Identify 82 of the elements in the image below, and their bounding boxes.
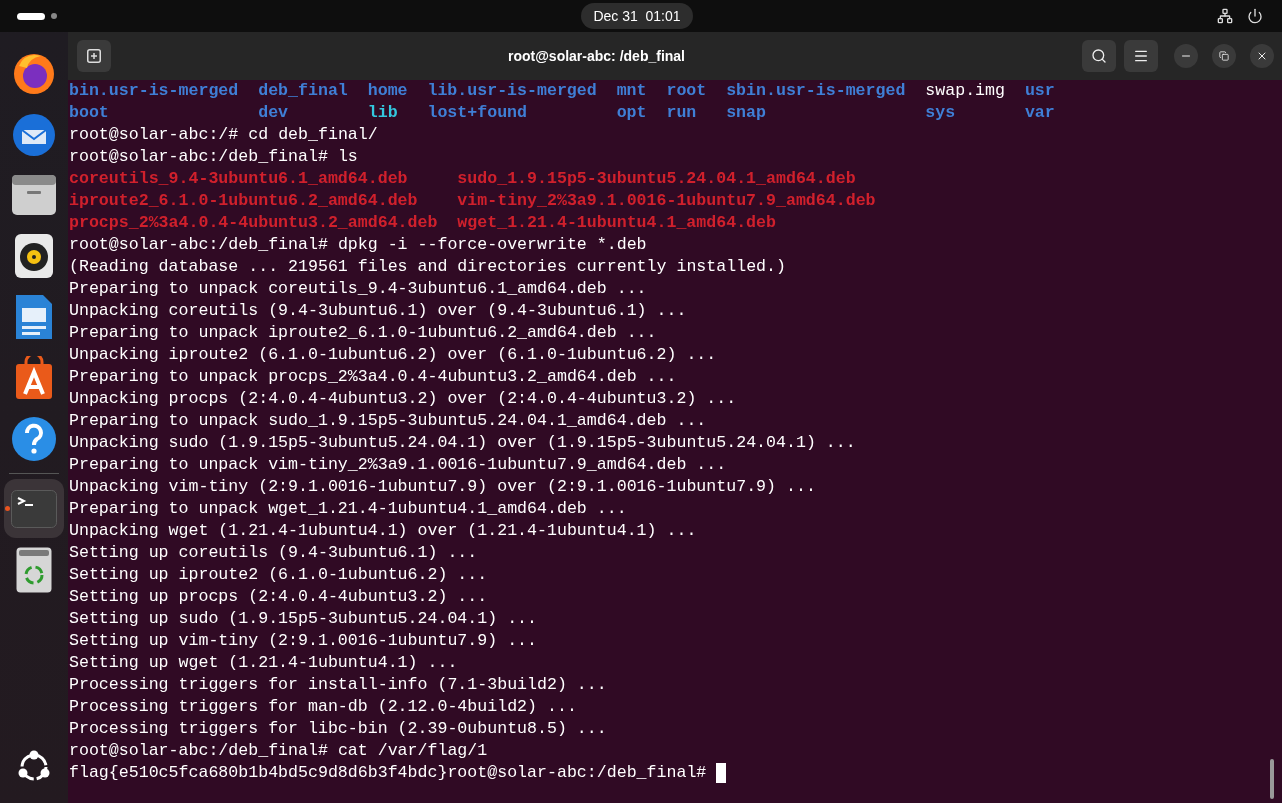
output-line: Unpacking iproute2 (6.1.0-1ubuntu6.2) over (6.1.0-1ubuntu6.2) ... bbox=[69, 343, 717, 366]
output-line: Setting up coreutils (9.4-3ubuntu6.1) ... bbox=[69, 541, 478, 564]
shell-prompt: root@solar-abc:/deb_final# bbox=[69, 739, 328, 762]
shell-command: cd deb_final/ bbox=[248, 123, 378, 146]
maximize-button[interactable] bbox=[1212, 44, 1236, 68]
file-name: lost+found bbox=[427, 102, 528, 122]
help-icon bbox=[11, 415, 57, 462]
close-icon bbox=[1256, 50, 1268, 62]
recycle-bin-icon bbox=[16, 546, 52, 593]
file-name: vim-tiny_2%3a9.1.0016-1ubuntu7.9_amd64.deb bbox=[457, 190, 876, 210]
file-name: dev bbox=[258, 102, 289, 122]
close-button[interactable] bbox=[1250, 44, 1274, 68]
network-icon[interactable] bbox=[1217, 8, 1233, 24]
shell-prompt: root@solar-abc:/deb_final# bbox=[447, 761, 707, 784]
output-line: Setting up vim-tiny (2:9.1.0016-1ubuntu7.9) ... bbox=[69, 629, 538, 652]
file-name: home bbox=[367, 80, 408, 100]
file-name: mnt bbox=[616, 80, 647, 100]
document-icon bbox=[15, 293, 53, 340]
menu-button[interactable] bbox=[1124, 40, 1158, 72]
file-name: lib.usr-is-merged bbox=[427, 80, 597, 100]
output-line: (Reading database ... 219561 files and directories currently installed.) bbox=[69, 255, 786, 278]
new-tab-icon bbox=[87, 49, 101, 63]
output-line: Preparing to unpack wget_1.21.4-1ubuntu4.1_amd64.deb ... bbox=[69, 497, 627, 520]
file-name: boot bbox=[69, 102, 109, 122]
speaker-icon bbox=[14, 232, 54, 279]
output-line: Unpacking vim-tiny (2:9.1.0016-1ubuntu7.9) over (2:9.1.0016-1ubuntu7.9) ... bbox=[69, 475, 816, 498]
window-title: root@solar-abc: /deb_final bbox=[508, 46, 685, 66]
search-icon bbox=[1091, 48, 1107, 64]
workspace-indicator[interactable] bbox=[17, 12, 45, 20]
shell-prompt: root@solar-abc:/deb_final# bbox=[69, 145, 328, 168]
terminal-icon bbox=[11, 489, 57, 528]
output-line: Setting up procps (2:4.0.4-4ubuntu3.2) ... bbox=[69, 585, 488, 608]
clock-button[interactable]: Dec 31 01:01 bbox=[581, 3, 693, 29]
output-line: Setting up sudo (1.9.15p5-3ubuntu5.24.04.1) ... bbox=[69, 607, 538, 630]
file-name: sys bbox=[925, 102, 956, 122]
file-name: swap.img bbox=[925, 80, 1005, 100]
shopping-bag-icon bbox=[15, 355, 53, 400]
minimize-button[interactable] bbox=[1174, 44, 1198, 68]
file-name: root bbox=[666, 80, 707, 100]
file-name: procps_2%3a4.0.4-4ubuntu3.2_amd64.deb bbox=[69, 212, 438, 232]
output-line: Preparing to unpack procps_2%3a4.0.4-4ubuntu3.2_amd64.deb ... bbox=[69, 365, 677, 388]
output-line: Setting up iproute2 (6.1.0-1ubuntu6.2) ... bbox=[69, 563, 488, 586]
output-line: Processing triggers for man-db (2.12.0-4build2) ... bbox=[69, 695, 577, 718]
shell-prompt: root@solar-abc:/# bbox=[69, 123, 239, 146]
file-name: wget_1.21.4-1ubuntu4.1_amd64.deb bbox=[457, 212, 776, 232]
output-line: Unpacking sudo (1.9.15p5-3ubuntu5.24.04.1) over (1.9.15p5-3ubuntu5.24.04.1) ... bbox=[69, 431, 856, 454]
file-name: iproute2_6.1.0-1ubuntu6.2_amd64.deb bbox=[69, 190, 418, 210]
search-button[interactable] bbox=[1082, 40, 1116, 72]
output-line: flag{e510c5fca680b1b4bd5c9d8d6b3f4bdc} bbox=[69, 761, 448, 784]
file-name: coreutils_9.4-3ubuntu6.1_amd64.deb bbox=[69, 168, 408, 188]
file-name: usr bbox=[1024, 80, 1055, 100]
terminal-area[interactable] bbox=[68, 80, 1282, 803]
output-line: Preparing to unpack coreutils_9.4-3ubuntu6.1_amd64.deb ... bbox=[69, 277, 647, 300]
output-line: Processing triggers for libc-bin (2.39-0ubuntu8.5) ... bbox=[69, 717, 607, 740]
file-name: lib bbox=[367, 102, 398, 122]
output-line: Unpacking procps (2:4.0.4-4ubuntu3.2) over (2:4.0.4-4ubuntu3.2) ... bbox=[69, 387, 737, 410]
file-name: deb_final bbox=[258, 80, 348, 100]
output-line: Unpacking wget (1.21.4-1ubuntu4.1) over (1.21.4-1ubuntu4.1) ... bbox=[69, 519, 697, 542]
output-line: Unpacking coreutils (9.4-3ubuntu6.1) over (9.4-3ubuntu6.1) ... bbox=[69, 299, 687, 322]
file-name: var bbox=[1024, 102, 1055, 122]
output-line: Preparing to unpack sudo_1.9.15p5-3ubuntu5.24.04.1_amd64.deb ... bbox=[69, 409, 707, 432]
folder-icon bbox=[11, 173, 57, 216]
shell-command: cat /var/flag/1 bbox=[337, 739, 488, 762]
power-icon[interactable] bbox=[1247, 8, 1263, 24]
shell-command: ls bbox=[337, 145, 358, 168]
file-name: sudo_1.9.15p5-3ubuntu5.24.04.1_amd64.deb bbox=[457, 168, 856, 188]
text-cursor bbox=[716, 763, 727, 783]
output-line: Preparing to unpack iproute2_6.1.0-1ubuntu6.2_amd64.deb ... bbox=[69, 321, 657, 344]
output-line: Setting up wget (1.21.4-1ubuntu4.1) ... bbox=[69, 651, 458, 674]
output-line: Preparing to unpack vim-tiny_2%3a9.1.0016-1ubuntu7.9_amd64.deb ... bbox=[69, 453, 727, 476]
file-name: run bbox=[666, 102, 697, 122]
file-name: bin.usr-is-merged bbox=[69, 80, 239, 100]
shell-command: dpkg -i --force-overwrite *.deb bbox=[337, 233, 647, 256]
output-line: Processing triggers for install-info (7.1-3build2) ... bbox=[69, 673, 607, 696]
file-name: sbin.usr-is-merged bbox=[726, 80, 906, 100]
shell-prompt: root@solar-abc:/deb_final# bbox=[69, 233, 328, 256]
file-name: opt bbox=[616, 102, 647, 122]
file-name: snap bbox=[726, 102, 766, 122]
new-tab-button[interactable] bbox=[77, 40, 111, 72]
menu-icon bbox=[1133, 48, 1149, 64]
restore-icon bbox=[1219, 51, 1229, 61]
scrollbar-thumb[interactable] bbox=[1270, 759, 1274, 799]
